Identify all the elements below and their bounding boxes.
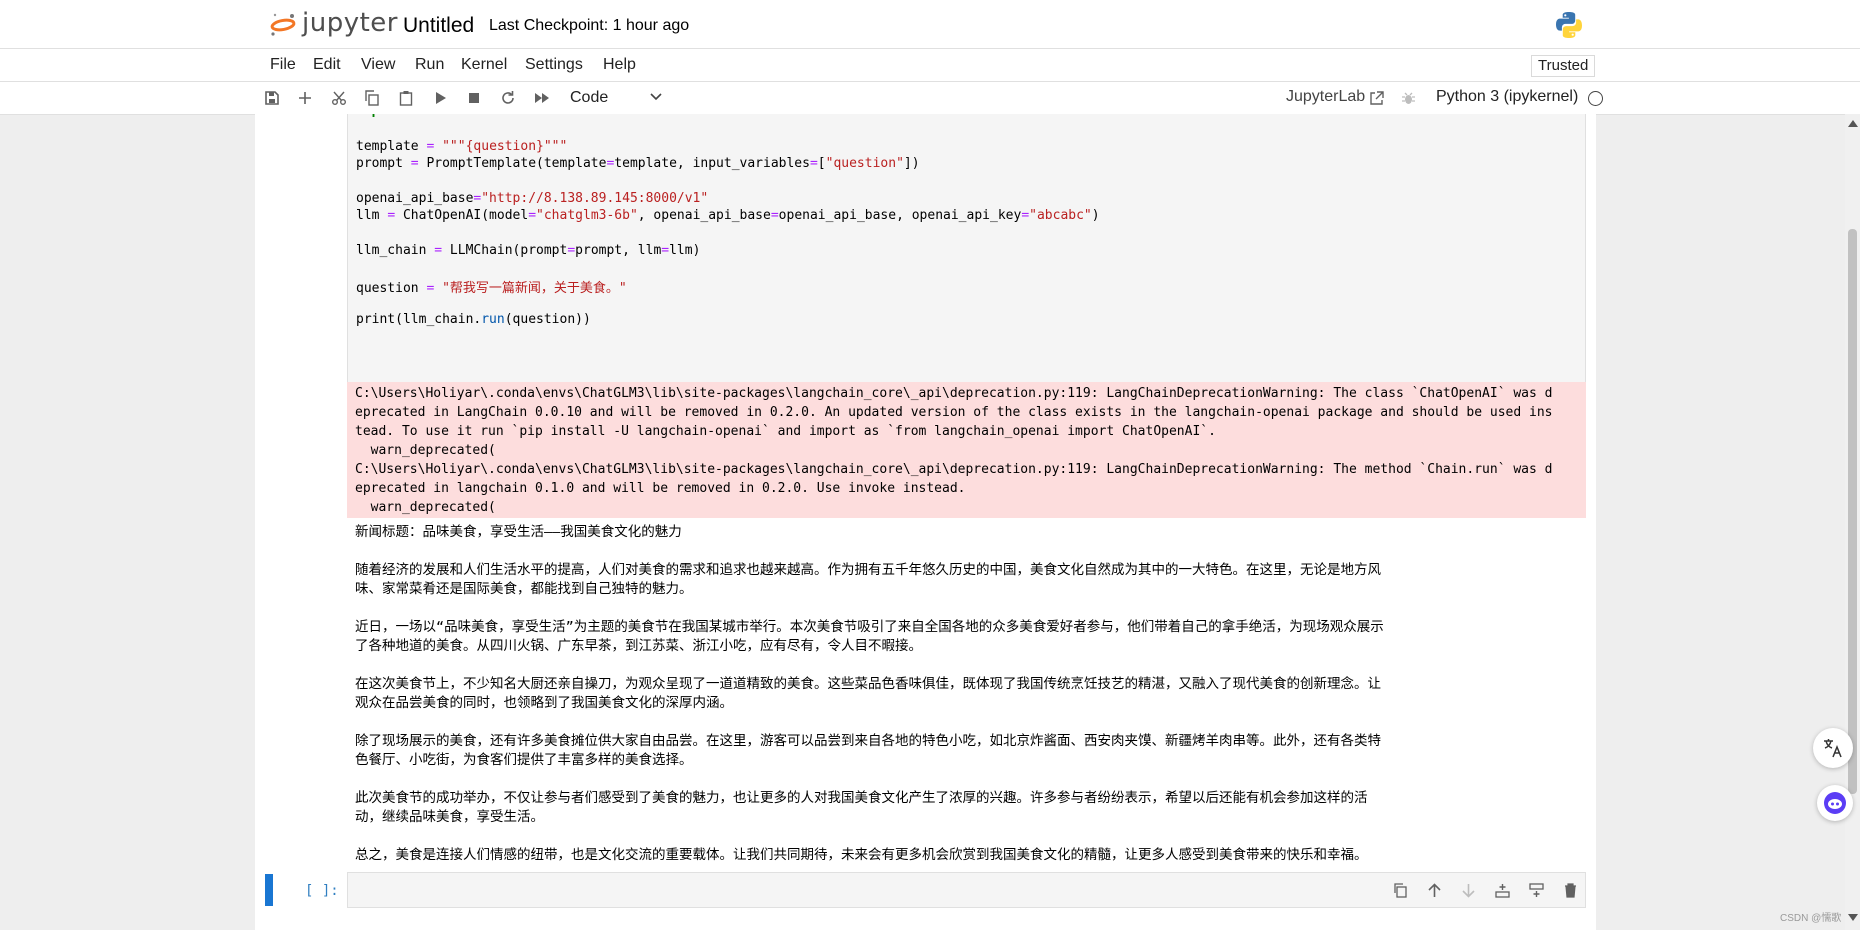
menu-bar: File Edit View Run Kernel Settings Help … bbox=[0, 49, 1860, 82]
code-line: openai_api_base="http://8.138.89.145:800… bbox=[356, 191, 709, 206]
scroll-down-arrow-icon[interactable] bbox=[1848, 914, 1858, 921]
stderr-line: eprecated in LangChain 0.0.10 and will b… bbox=[355, 405, 1553, 420]
code-line: prompt = PromptTemplate(template=templat… bbox=[356, 156, 920, 171]
code-line: llm_chain = LLMChain(prompt=prompt, llm=… bbox=[356, 243, 701, 258]
code-line: question = "帮我写一篇新闻，关于美食。" bbox=[356, 281, 627, 296]
stderr-line: eprecated in langchain 0.1.0 and will be… bbox=[355, 481, 966, 496]
stdout-line: 近日，一场以“品味美食，享受生活”为主题的美食节在我国某城市举行。本次美食节吸引… bbox=[355, 619, 1384, 635]
stderr-line: C:\Users\Holiyar\.conda\envs\ChatGLM3\li… bbox=[355, 386, 1553, 401]
menu-edit[interactable]: Edit bbox=[313, 56, 341, 74]
paste-icon[interactable] bbox=[396, 88, 416, 108]
translate-icon bbox=[1824, 739, 1842, 758]
move-down-icon[interactable] bbox=[1459, 881, 1477, 899]
code-line: import os bbox=[356, 114, 426, 118]
watermark: CSDN @懦歌 bbox=[1780, 913, 1842, 924]
stderr-line: tead. To use it run `pip install -U lang… bbox=[355, 424, 1216, 439]
move-up-icon[interactable] bbox=[1425, 881, 1443, 899]
python-logo-icon bbox=[1556, 12, 1582, 38]
menu-help[interactable]: Help bbox=[603, 56, 636, 74]
stdout-line: 了各种地道的美食。从四川火锅、广东早茶，到江苏菜、浙江小吃，应有尽有，令人目不暇… bbox=[355, 638, 922, 654]
checkpoint-status: Last Checkpoint: 1 hour ago bbox=[489, 17, 690, 34]
scrollbar-thumb[interactable] bbox=[1848, 229, 1857, 794]
notebook-panel: import os template = """{question}""" pr… bbox=[255, 114, 1596, 930]
notebook-toolbar: Code JupyterLab Python 3 (ipykernel) bbox=[0, 82, 1860, 115]
stdout-line: 观众在品尝美食的同时，也领略到了我国美食文化的深厚内涵。 bbox=[355, 695, 733, 711]
debugger-icon[interactable] bbox=[1401, 91, 1416, 106]
stdout-line: 总之，美食是连接人们情感的纽带，也是文化交流的重要载体。让我们共同期待，未来会有… bbox=[355, 847, 1368, 863]
external-link-icon[interactable] bbox=[1369, 91, 1384, 106]
save-icon[interactable] bbox=[262, 88, 282, 108]
stdout-line: 此次美食节的成功举办，不仅让参与者们感受到了美食的魅力，也让更多的人对我国美食文… bbox=[355, 790, 1368, 806]
copy-icon[interactable] bbox=[362, 88, 382, 108]
menu-run[interactable]: Run bbox=[415, 56, 444, 74]
add-cell-icon[interactable] bbox=[295, 88, 315, 108]
stdout-line: 新闻标题：品味美食，享受生活——我国美食文化的魅力 bbox=[355, 524, 682, 540]
stdout-line: 动，继续品味美食，享受生活。 bbox=[355, 809, 544, 825]
menu-file[interactable]: File bbox=[270, 56, 296, 74]
kernel-status-icon bbox=[1588, 91, 1603, 106]
stderr-line: warn_deprecated( bbox=[355, 443, 496, 458]
code-line: template = """{question}""" bbox=[356, 139, 568, 154]
top-header: jupyter Untitled Last Checkpoint: 1 hour… bbox=[0, 0, 1860, 49]
jupyter-wordmark[interactable]: jupyter bbox=[302, 8, 398, 38]
code-line: llm = ChatOpenAI(model="chatglm3-6b", op… bbox=[356, 208, 1100, 223]
stderr-line: warn_deprecated( bbox=[355, 500, 496, 515]
fast-forward-icon[interactable] bbox=[532, 88, 552, 108]
cut-icon[interactable] bbox=[329, 88, 349, 108]
translate-button[interactable] bbox=[1813, 728, 1853, 768]
trusted-indicator[interactable]: Trusted bbox=[1531, 55, 1596, 77]
scroll-up-arrow-icon[interactable] bbox=[1848, 120, 1858, 127]
insert-below-icon[interactable] bbox=[1527, 881, 1545, 899]
menu-kernel[interactable]: Kernel bbox=[461, 56, 507, 74]
menu-settings[interactable]: Settings bbox=[525, 56, 583, 74]
jupyter-logo-icon bbox=[270, 13, 296, 36]
assistant-button[interactable] bbox=[1817, 785, 1853, 821]
stdout-line: 除了现场展示的美食，还有许多美食摊位供大家自由品尝。在这里，游客可以品尝到来自各… bbox=[355, 733, 1381, 749]
kernel-name[interactable]: Python 3 (ipykernel) bbox=[1436, 88, 1578, 106]
delete-cell-icon[interactable] bbox=[1561, 881, 1579, 899]
jupyterlab-link[interactable]: JupyterLab bbox=[1286, 88, 1365, 106]
chevron-down-icon bbox=[650, 93, 662, 101]
cell-prompt: [ ]: bbox=[305, 883, 339, 899]
notebook-title[interactable]: Untitled bbox=[403, 14, 474, 38]
stdout-line: 在这次美食节上，不少知名大厨还亲自操刀，为观众呈现了一道道精致的美食。这些菜品色… bbox=[355, 676, 1381, 692]
code-line: print(llm_chain.run(question)) bbox=[356, 312, 591, 327]
stdout-line: 味、家常菜肴还是国际美食，都能找到自己独特的魅力。 bbox=[355, 581, 693, 597]
empty-code-cell[interactable] bbox=[347, 872, 1586, 908]
assistant-icon bbox=[1824, 792, 1846, 814]
insert-above-icon[interactable] bbox=[1493, 881, 1511, 899]
stdout-line: 色餐厅、小吃街，为食客们提供了丰富多样的美食选择。 bbox=[355, 752, 693, 768]
stderr-output: C:\Users\Holiyar\.conda\envs\ChatGLM3\li… bbox=[347, 382, 1586, 518]
duplicate-cell-icon[interactable] bbox=[1391, 881, 1409, 899]
run-icon[interactable] bbox=[430, 88, 450, 108]
menu-view[interactable]: View bbox=[361, 56, 395, 74]
stop-icon[interactable] bbox=[464, 88, 484, 108]
active-cell-indicator bbox=[265, 874, 273, 906]
restart-icon[interactable] bbox=[498, 88, 518, 108]
stderr-line: C:\Users\Holiyar\.conda\envs\ChatGLM3\li… bbox=[355, 462, 1553, 477]
stdout-line: 随着经济的发展和人们生活水平的提高，人们对美食的需求和追求也越来越高。作为拥有五… bbox=[355, 562, 1381, 578]
